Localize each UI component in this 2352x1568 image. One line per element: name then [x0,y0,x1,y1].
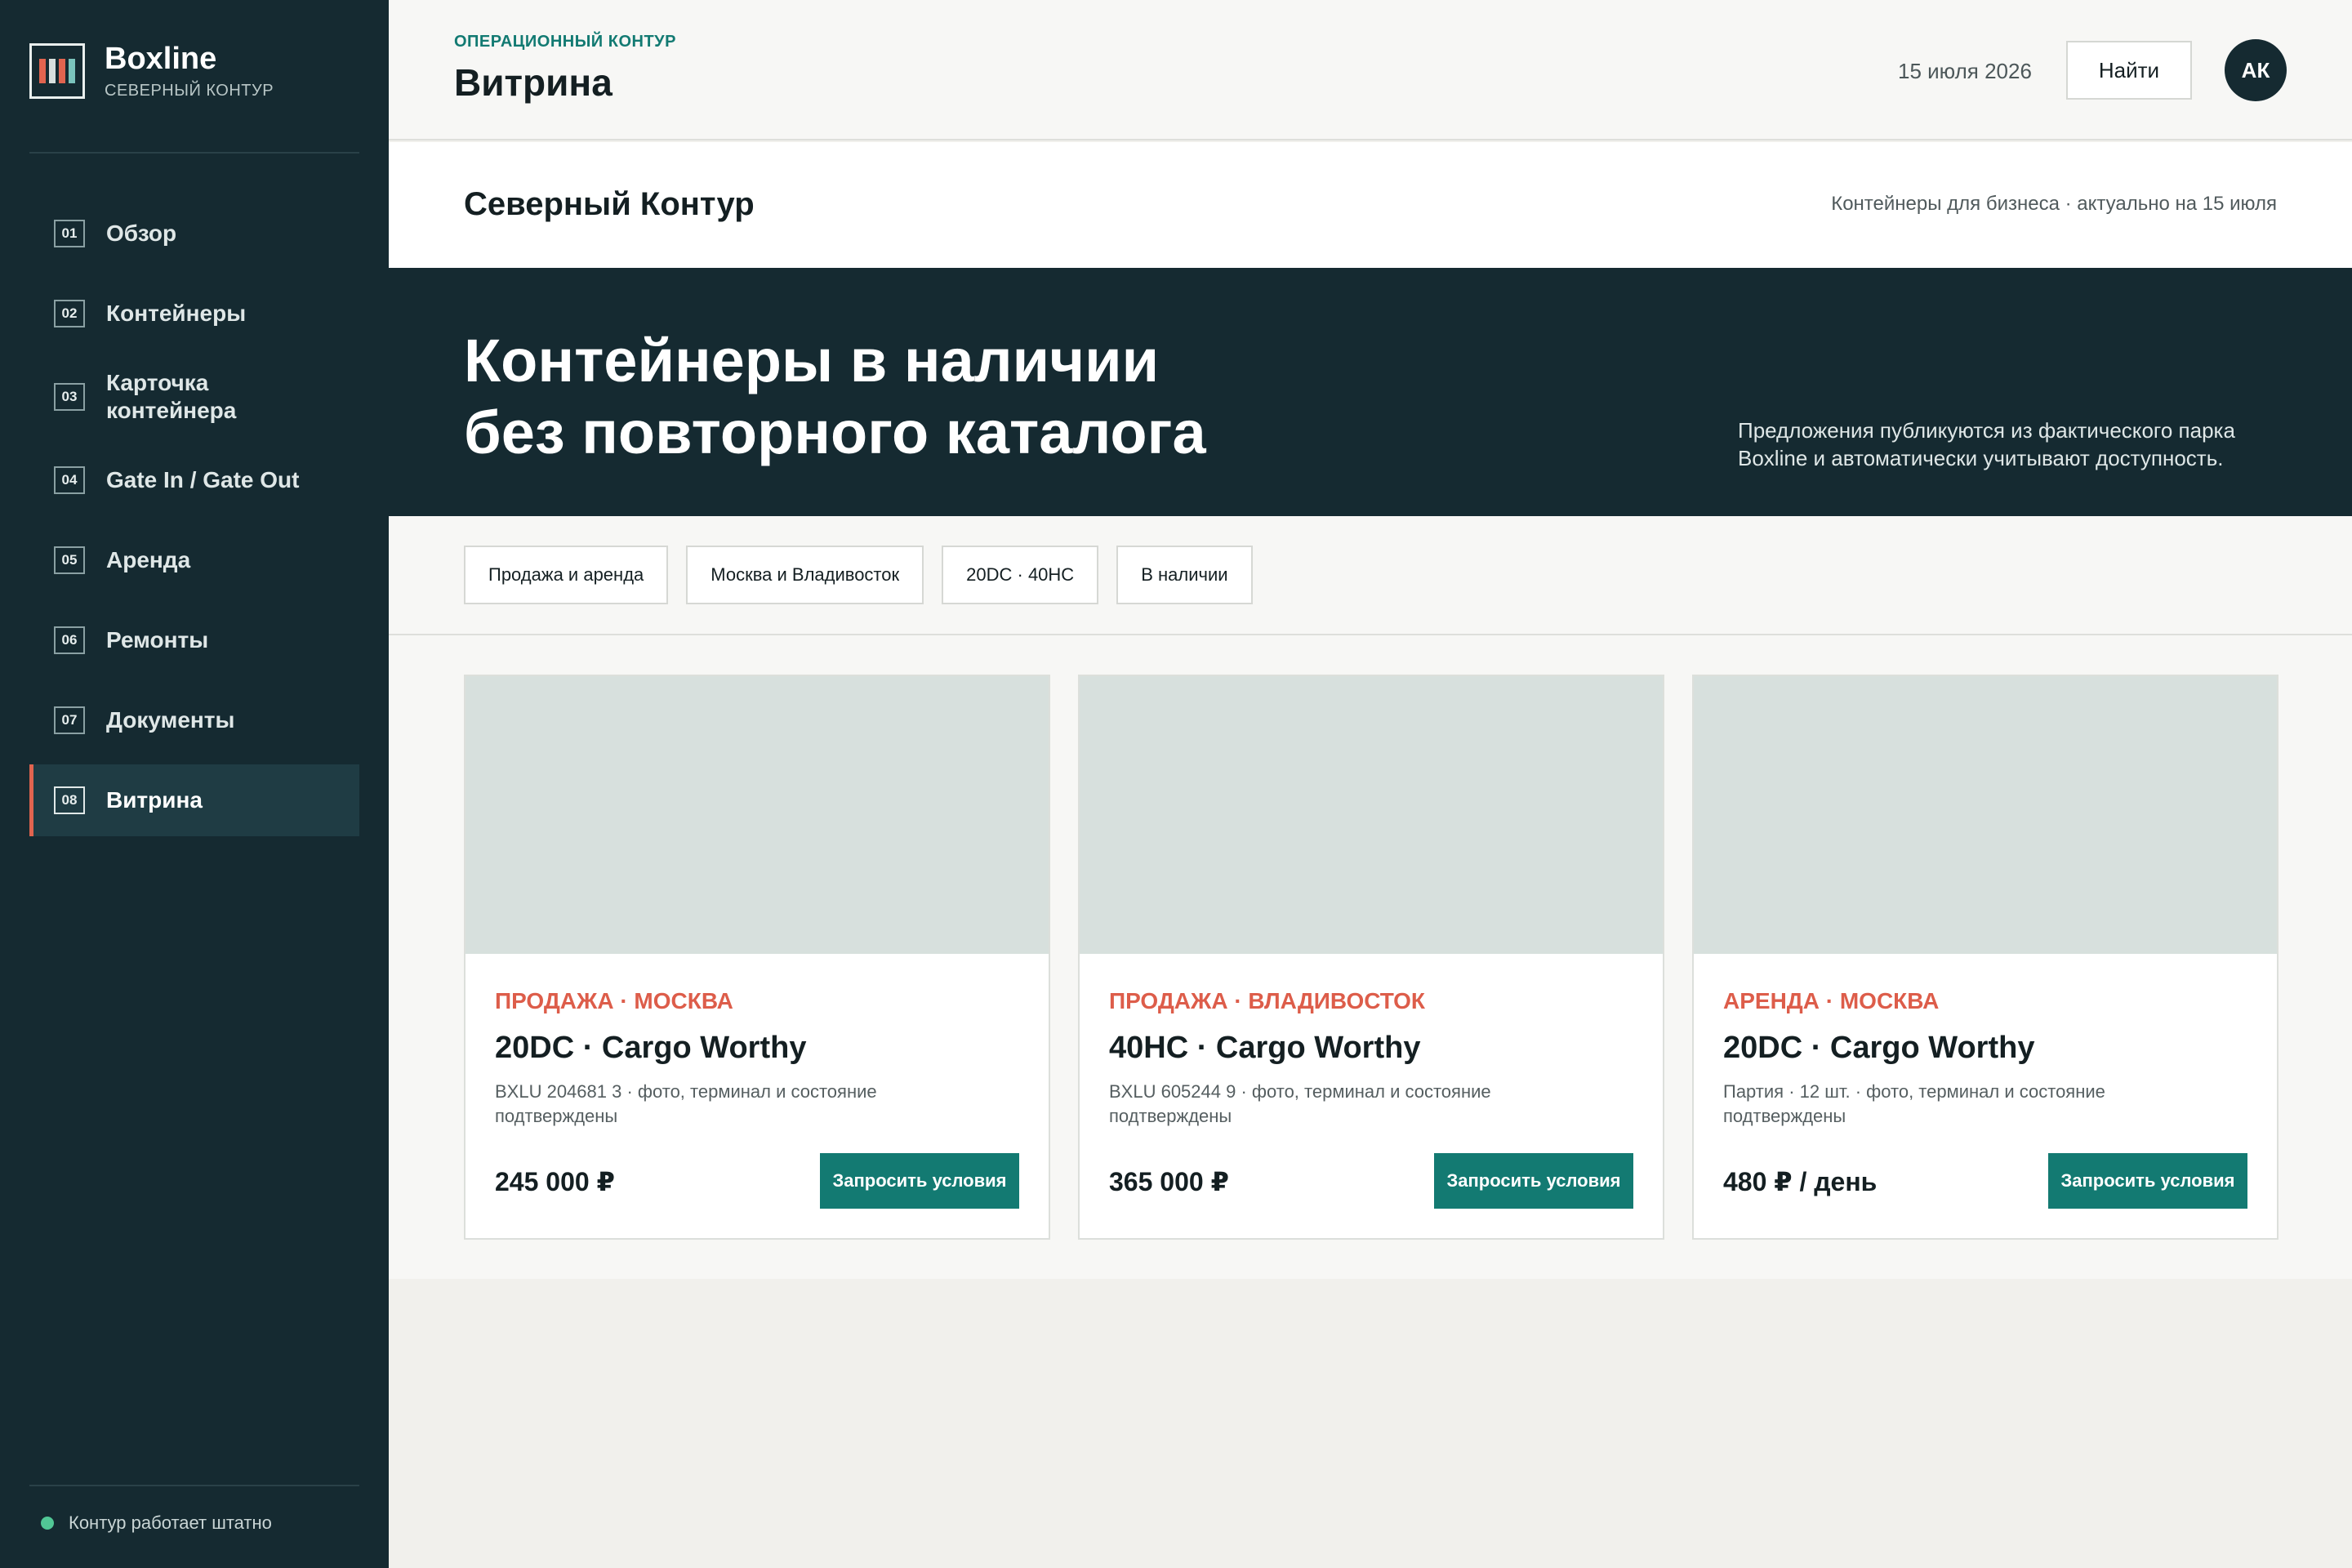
nav-number-badge: 02 [54,300,85,327]
offer-tag: ПРОДАЖА · МОСКВА [495,988,733,1013]
sidebar-item-label: Gate In / Gate Out [106,467,300,492]
system-status: Контур работает штатно [41,1512,272,1534]
sidebar-item-label: Карточка контейнера [106,370,237,423]
find-button[interactable]: Найти [2066,41,2192,100]
nav-number-badge: 04 [54,466,85,494]
sidebar-item-label: Аренда [106,547,191,572]
page-eyebrow: ОПЕРАЦИОННЫЙ КОНТУР [454,33,676,51]
filter-chip-container-type[interactable]: 20DC · 40HC [942,546,1099,604]
offer-card[interactable]: ПРОДАЖА · ВЛАДИВОСТОК 40HC · Cargo Worth… [1078,675,1664,1240]
offer-description: Партия · 12 шт. · фото, терминал и состо… [1723,1081,2105,1126]
sidebar-item-label: Документы [106,707,235,733]
hero-title-line: без повторного каталога [464,399,1206,466]
offer-tag: ПРОДАЖА · ВЛАДИВОСТОК [1109,988,1426,1013]
offer-card[interactable]: ПРОДАЖА · МОСКВА 20DC · Cargo Worthy BXL… [464,675,1050,1240]
boxline-logo-icon [29,42,85,99]
filter-chip-availability[interactable]: В наличии [1116,546,1253,604]
sidebar-item-label: Обзор [106,220,177,246]
company-meta: Контейнеры для бизнеса · актуально на 15… [1831,193,2277,215]
container-photo-placeholder [1694,676,2277,954]
sidebar-item-gate[interactable]: 04 Gate In / Gate Out [29,444,359,516]
filter-chip-deal-type[interactable]: Продажа и аренда [464,546,669,604]
sidebar-item-documents[interactable]: 07 Документы [29,684,359,756]
sidebar-footer-divider [29,1485,359,1486]
brand-subtitle: СЕВЕРНЫЙ КОНТУР [105,82,274,100]
nav-number-badge: 08 [54,786,85,814]
sidebar: Boxline СЕВЕРНЫЙ КОНТУР 01 Обзор 02 Конт… [0,0,389,1568]
sidebar-item-containers[interactable]: 02 Контейнеры [29,278,359,350]
status-dot-icon [41,1517,54,1530]
company-name: Северный Контур [464,186,755,222]
filter-chips: Продажа и аренда Москва и Владивосток 20… [464,546,1253,604]
company-header: Северный Контур Контейнеры для бизнеса ·… [389,142,2352,268]
brand-name: Boxline [105,42,217,76]
sidebar-item-overview[interactable]: 01 Обзор [29,198,359,270]
nav-number-badge: 07 [54,706,85,734]
sidebar-item-container-card[interactable]: 03 Карточка контейнера [29,358,359,436]
offer-title: 40HC · Cargo Worthy [1109,1031,1421,1065]
sidebar-item-label: Контейнеры [106,301,247,326]
offer-cards: ПРОДАЖА · МОСКВА 20DC · Cargo Worthy BXL… [464,675,2278,1240]
offer-title: 20DC · Cargo Worthy [1723,1031,2035,1065]
hero-description: Предложения публикуются из фактического … [1738,418,2235,470]
sidebar-divider [29,152,359,154]
offer-price: 480 ₽ / день [1723,1167,1878,1196]
sidebar-item-label: Ремонты [106,627,209,653]
offer-price: 245 000 ₽ [495,1167,615,1196]
brand[interactable]: Boxline СЕВЕРНЫЙ КОНТУР [29,41,274,100]
sidebar-item-showcase[interactable]: 08 Витрина [29,764,359,836]
offers-section: ПРОДАЖА · МОСКВА 20DC · Cargo Worthy BXL… [389,635,2352,1279]
hero-title-line: Контейнеры в наличии [464,327,1160,394]
offer-title: 20DC · Cargo Worthy [495,1031,807,1065]
container-photo-placeholder [466,676,1049,954]
sidebar-item-label: Витрина [106,787,203,813]
top-bar: ОПЕРАЦИОННЫЙ КОНТУР Витрина 15 июля 2026… [389,0,2352,140]
request-terms-button[interactable]: Запросить условия [1434,1153,1633,1209]
offer-tag: АРЕНДА · МОСКВА [1723,988,1940,1013]
sidebar-item-repairs[interactable]: 06 Ремонты [29,604,359,676]
user-avatar[interactable]: АК [2225,39,2287,101]
nav-number-badge: 03 [54,383,85,411]
offer-description: BXLU 204681 3 · фото, терминал и состоян… [495,1081,877,1126]
sidebar-item-rent[interactable]: 05 Аренда [29,524,359,596]
offer-description: BXLU 605244 9 · фото, терминал и состоян… [1109,1081,1491,1126]
filter-chip-city[interactable]: Москва и Владивосток [686,546,924,604]
offer-price: 365 000 ₽ [1109,1167,1229,1196]
current-date: 15 июля 2026 [1898,59,2032,83]
sidebar-nav: 01 Обзор 02 Контейнеры 03 Карточка конте… [29,198,359,844]
filters-bar: Продажа и аренда Москва и Владивосток 20… [389,516,2352,635]
page-title: Витрина [454,61,612,104]
nav-number-badge: 01 [54,220,85,247]
hero-title: Контейнеры в наличии без повторного ката… [464,325,1362,469]
nav-number-badge: 06 [54,626,85,654]
offer-card[interactable]: АРЕНДА · МОСКВА 20DC · Cargo Worthy Парт… [1692,675,2278,1240]
nav-number-badge: 05 [54,546,85,574]
hero-banner: Контейнеры в наличии без повторного ката… [389,268,2352,516]
request-terms-button[interactable]: Запросить условия [820,1153,1019,1209]
container-photo-placeholder [1080,676,1663,954]
request-terms-button[interactable]: Запросить условия [2048,1153,2247,1209]
status-text: Контур работает штатно [69,1512,272,1533]
